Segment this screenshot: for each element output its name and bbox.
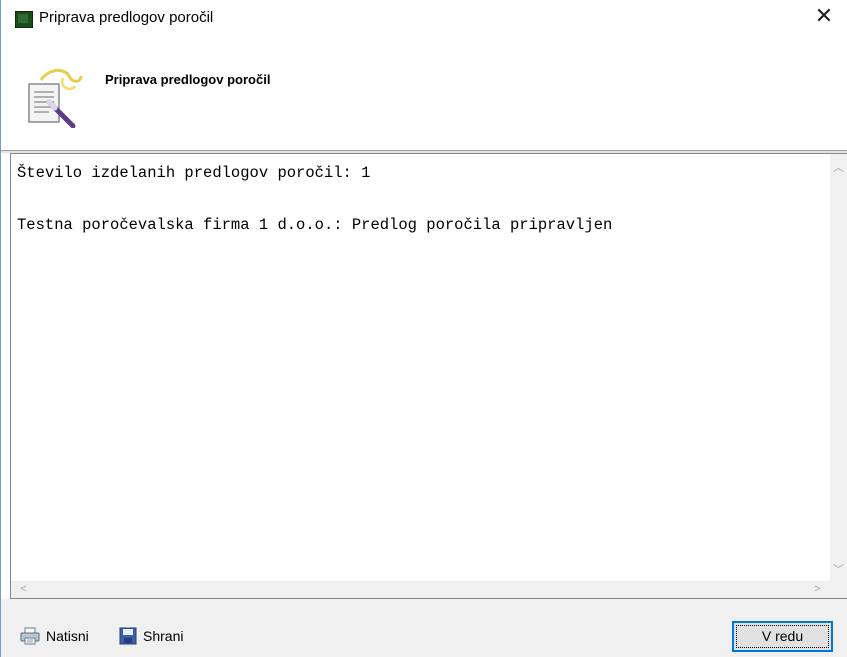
scroll-right-icon[interactable]: > bbox=[809, 581, 826, 598]
output-textbox[interactable]: Število izdelanih predlogov poročil: 1 Te… bbox=[10, 153, 847, 599]
dialog-header: Priprava predlogov poročil bbox=[1, 34, 847, 151]
print-button[interactable]: Natisni bbox=[20, 625, 89, 647]
vertical-scrollbar[interactable]: ︿ ﹀ bbox=[830, 154, 847, 581]
save-label: Shrani bbox=[143, 628, 184, 644]
header-title: Priprava predlogov poročil bbox=[105, 72, 271, 87]
close-button[interactable]: ✕ bbox=[801, 0, 847, 34]
scroll-down-icon[interactable]: ﹀ bbox=[830, 562, 847, 579]
wizard-scroll-icon bbox=[28, 69, 83, 128]
save-button[interactable]: Shrani bbox=[119, 625, 183, 647]
output-text[interactable]: Število izdelanih predlogov poročil: 1 Te… bbox=[11, 154, 830, 581]
horizontal-scrollbar[interactable]: < > bbox=[11, 581, 830, 598]
ok-button[interactable]: V redu bbox=[732, 621, 833, 652]
report-templates-dialog: Priprava predlogov poročil ✕ Priprava pr… bbox=[0, 0, 847, 657]
print-label: Natisni bbox=[46, 628, 89, 644]
printer-icon bbox=[20, 627, 40, 645]
scroll-left-icon[interactable]: < bbox=[15, 581, 32, 598]
window-title: Priprava predlogov poročil bbox=[39, 9, 214, 26]
title-bar[interactable]: Priprava predlogov poročil ✕ bbox=[1, 0, 847, 34]
save-icon bbox=[119, 627, 137, 645]
dialog-footer: Natisni Shrani V redu bbox=[1, 599, 847, 657]
scroll-up-icon[interactable]: ︿ bbox=[830, 160, 847, 177]
scrollbar-corner bbox=[830, 581, 847, 598]
output-line: Testna poročevalska firma 1 d.o.o.: Pred… bbox=[17, 216, 613, 234]
focus-rect bbox=[736, 625, 829, 648]
app-icon bbox=[15, 11, 33, 28]
output-line: Število izdelanih predlogov poročil: 1 bbox=[17, 164, 371, 182]
